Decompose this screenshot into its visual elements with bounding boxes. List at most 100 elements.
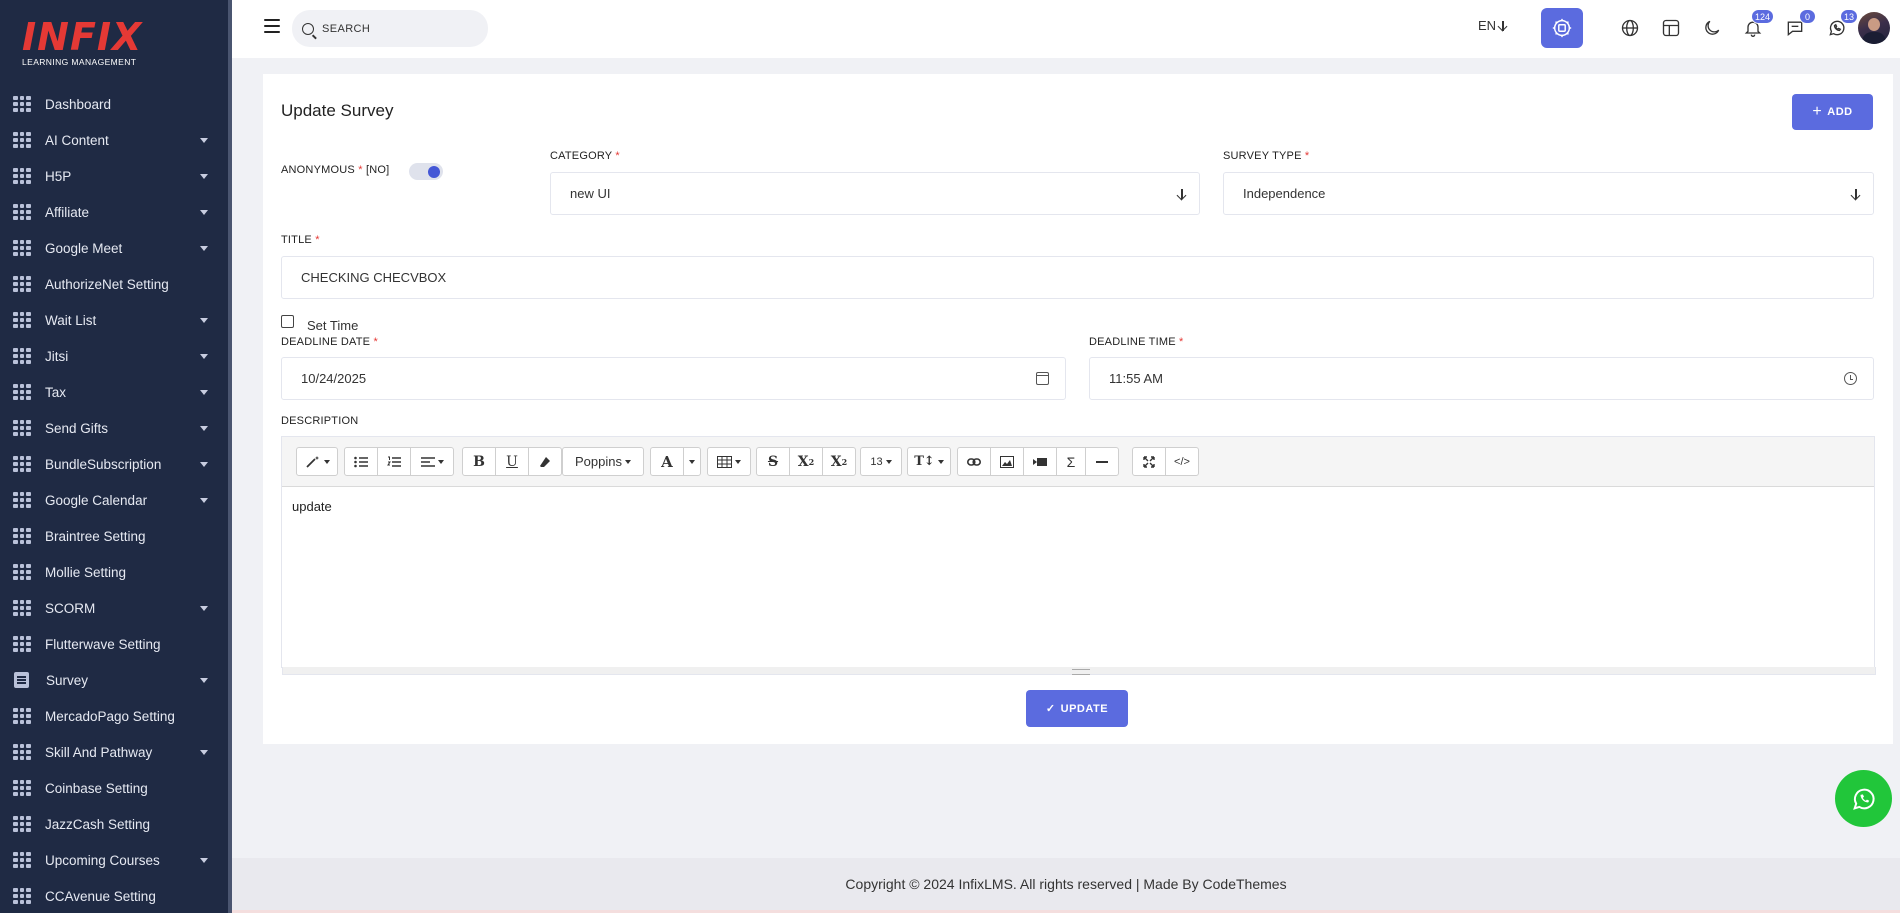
logo[interactable]: INFIX LEARNING MANAGEMENT [22, 18, 142, 68]
sidebar-item-jazzcash-setting[interactable]: JazzCash Setting [0, 806, 228, 842]
category-label-text: CATEGORY [550, 150, 613, 162]
horizontal-rule-icon[interactable] [1085, 447, 1119, 476]
sidebar-item-label: BundleSubscription [45, 456, 162, 472]
subscript-icon[interactable]: X2 [822, 447, 856, 476]
math-sigma-icon[interactable]: Σ [1056, 447, 1086, 476]
deadline-time-input[interactable]: 11:55 AM [1089, 357, 1874, 400]
sidebar-item-label: Upcoming Courses [45, 852, 160, 868]
font-family-dropdown[interactable]: Poppins [562, 447, 644, 476]
sidebar-item-scorm[interactable]: SCORM [0, 590, 228, 626]
bold-icon[interactable]: B [462, 447, 496, 476]
anonymous-state: [NO] [365, 164, 390, 176]
calendar-icon[interactable] [1036, 372, 1049, 385]
deadline-date-input[interactable]: 10/24/2025 [281, 357, 1066, 400]
anonymous-toggle[interactable] [409, 163, 443, 180]
editor-resize-handle[interactable] [282, 667, 1876, 675]
image-icon[interactable] [990, 447, 1024, 476]
grid-icon [13, 636, 31, 652]
sidebar-item-upcoming-courses[interactable]: Upcoming Courses [0, 842, 228, 878]
code-view-icon[interactable]: </> [1165, 447, 1199, 476]
video-icon[interactable] [1023, 447, 1057, 476]
language-selector[interactable]: EN [1478, 18, 1504, 33]
sidebar-item-flutterwave-setting[interactable]: Flutterwave Setting [0, 626, 228, 662]
sidebar-menu: Dashboard AI Content H5P Affiliate Google Me… [0, 86, 228, 913]
sidebar-item-label: Braintree Setting [45, 528, 146, 544]
sidebar-item-affiliate[interactable]: Affiliate [0, 194, 228, 230]
sidebar-scrollbar[interactable] [228, 0, 232, 913]
dark-mode-icon[interactable] [1700, 16, 1724, 40]
sidebar-item-mercadopago-setting[interactable]: MercadoPago Setting [0, 698, 228, 734]
sidebar-item-label: Jitsi [45, 348, 69, 364]
unordered-list-icon[interactable] [344, 447, 378, 476]
sidebar-item-label: JazzCash Setting [45, 816, 151, 832]
survey-type-select[interactable]: Independence [1223, 172, 1874, 215]
sidebar-item-skill-and-pathway[interactable]: Skill And Pathway [0, 734, 228, 770]
paragraph-align-icon[interactable] [410, 447, 454, 476]
sidebar-item-dashboard[interactable]: Dashboard [0, 86, 228, 122]
required-mark: * [1179, 336, 1184, 348]
search-box[interactable] [292, 10, 488, 47]
sidebar-item-send-gifts[interactable]: Send Gifts [0, 410, 228, 446]
avatar[interactable] [1858, 12, 1890, 44]
caret-down-icon [200, 354, 208, 359]
menu-toggle-icon[interactable] [264, 19, 280, 33]
survey-type-label: SURVEY TYPE * [1223, 150, 1309, 162]
line-height-button[interactable]: T↕ [907, 447, 951, 476]
insert-group: Σ [957, 447, 1119, 476]
underline-icon[interactable]: U [495, 447, 529, 476]
magic-style-button[interactable] [296, 447, 338, 476]
notification-bell-icon[interactable]: 124 [1741, 9, 1774, 40]
sidebar-item-coinbase-setting[interactable]: Coinbase Setting [0, 770, 228, 806]
sidebar-item-tax[interactable]: Tax [0, 374, 228, 410]
check-icon: ✓ [1045, 703, 1056, 715]
fullscreen-icon[interactable] [1132, 447, 1166, 476]
search-input[interactable] [322, 22, 472, 35]
sidebar-item-jitsi[interactable]: Jitsi [0, 338, 228, 374]
strikethrough-icon[interactable]: S [756, 447, 790, 476]
add-button[interactable]: + ADD [1792, 94, 1873, 130]
whatsapp-header-icon[interactable]: 13 [1825, 9, 1858, 40]
font-size-dropdown[interactable]: 13 [860, 447, 902, 476]
sidebar-item-google-meet[interactable]: Google Meet [0, 230, 228, 266]
caret-down-icon [200, 462, 208, 467]
sidebar-item-label: Google Calendar [45, 492, 148, 508]
sidebar-item-ccavenue-setting[interactable]: CCAvenue Setting [0, 878, 228, 913]
title-input[interactable]: CHECKING CHECVBOX [281, 256, 1874, 299]
sidebar-item-survey[interactable]: Survey [0, 662, 228, 698]
globe-icon[interactable] [1618, 16, 1642, 40]
caret-down-icon [200, 750, 208, 755]
category-select[interactable]: new UI [550, 172, 1200, 215]
title-label: TITLE * [281, 234, 320, 246]
sidebar-item-h5p[interactable]: H5P [0, 158, 228, 194]
sidebar-item-google-calendar[interactable]: Google Calendar [0, 482, 228, 518]
sidebar-item-authorizenet-setting[interactable]: AuthorizeNet Setting [0, 266, 228, 302]
clock-icon[interactable] [1844, 372, 1857, 385]
caret-down-icon [200, 174, 208, 179]
chip-icon [1552, 18, 1572, 38]
title-label-text: TITLE [281, 234, 312, 246]
color-dropdown-icon[interactable] [683, 447, 701, 476]
grid-icon [13, 132, 31, 148]
layout-icon[interactable] [1659, 16, 1683, 40]
chat-icon[interactable]: 0 [1783, 9, 1816, 40]
link-icon[interactable] [957, 447, 991, 476]
set-time-checkbox[interactable] [281, 315, 294, 328]
editor-content[interactable]: update [282, 487, 1874, 663]
table-button[interactable] [707, 447, 751, 476]
update-button[interactable]: ✓ UPDATE [1026, 690, 1128, 727]
sidebar-item-wait-list[interactable]: Wait List [0, 302, 228, 338]
ai-chip-button[interactable] [1541, 8, 1583, 48]
deadline-date-label: DEADLINE DATE * [281, 336, 378, 348]
sidebar-item-braintree-setting[interactable]: Braintree Setting [0, 518, 228, 554]
sidebar-item-ai-content[interactable]: AI Content [0, 122, 228, 158]
caret-down-icon [200, 246, 208, 251]
whatsapp-float-button[interactable] [1835, 770, 1892, 827]
deadline-time-label: DEADLINE TIME * [1089, 336, 1184, 348]
ordered-list-icon[interactable] [377, 447, 411, 476]
list-group [344, 447, 454, 476]
eraser-icon[interactable] [528, 447, 562, 476]
sidebar-item-mollie-setting[interactable]: Mollie Setting [0, 554, 228, 590]
superscript-icon[interactable]: X2 [789, 447, 823, 476]
sidebar-item-bundlesubscription[interactable]: BundleSubscription [0, 446, 228, 482]
font-color-icon[interactable]: A [650, 447, 684, 476]
